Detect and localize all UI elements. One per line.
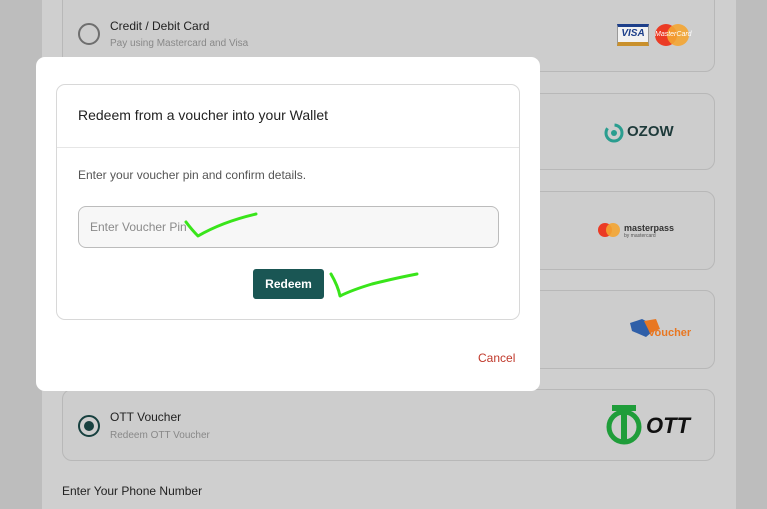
radio-card[interactable] — [78, 23, 100, 45]
redeem-button[interactable]: Redeem — [253, 269, 324, 299]
modal-divider — [57, 147, 519, 148]
modal-title: Redeem from a voucher into your Wallet — [78, 107, 329, 123]
ott-emblem-icon — [606, 405, 642, 445]
ozow-logo: OZOW — [603, 120, 683, 144]
masterpass-orange-circle — [606, 223, 620, 237]
visa-mastercard-logo: VISA MasterCard — [617, 24, 697, 50]
radio-ott[interactable] — [78, 415, 100, 437]
option-title-card: Credit / Debit Card — [110, 19, 210, 33]
payment-option-ott[interactable]: OTT Voucher Redeem OTT Voucher OTT — [62, 389, 715, 461]
ott-logo: OTT — [604, 403, 694, 449]
ozow-text: OZOW — [627, 123, 674, 140]
ozow-swirl-icon — [604, 123, 624, 143]
option-title-ott: OTT Voucher — [110, 410, 182, 424]
option-subtitle-ott: Redeem OTT Voucher — [110, 430, 210, 441]
ott-text: OTT — [646, 413, 690, 438]
cancel-button[interactable]: Cancel — [478, 351, 515, 365]
modal-instructions: Enter your voucher pin and confirm detai… — [78, 168, 307, 182]
voucher-text: Voucher — [648, 327, 692, 339]
masterpass-subtext: by mastercard — [624, 233, 656, 239]
voucher-logo: Voucher — [628, 317, 698, 343]
option-subtitle-card: Pay using Mastercard and Visa — [110, 38, 249, 49]
voucher-pin-input[interactable] — [78, 206, 499, 248]
redeem-voucher-card: Redeem from a voucher into your Wallet E… — [56, 84, 520, 320]
phone-number-label: Enter Your Phone Number — [62, 484, 203, 498]
visa-logo: VISA — [617, 24, 649, 46]
redeem-voucher-modal: Redeem from a voucher into your Wallet E… — [36, 57, 540, 391]
masterpass-text: masterpass — [624, 223, 675, 233]
masterpass-logo: masterpass by mastercard — [598, 220, 688, 242]
mastercard-text: MasterCard — [655, 31, 692, 38]
